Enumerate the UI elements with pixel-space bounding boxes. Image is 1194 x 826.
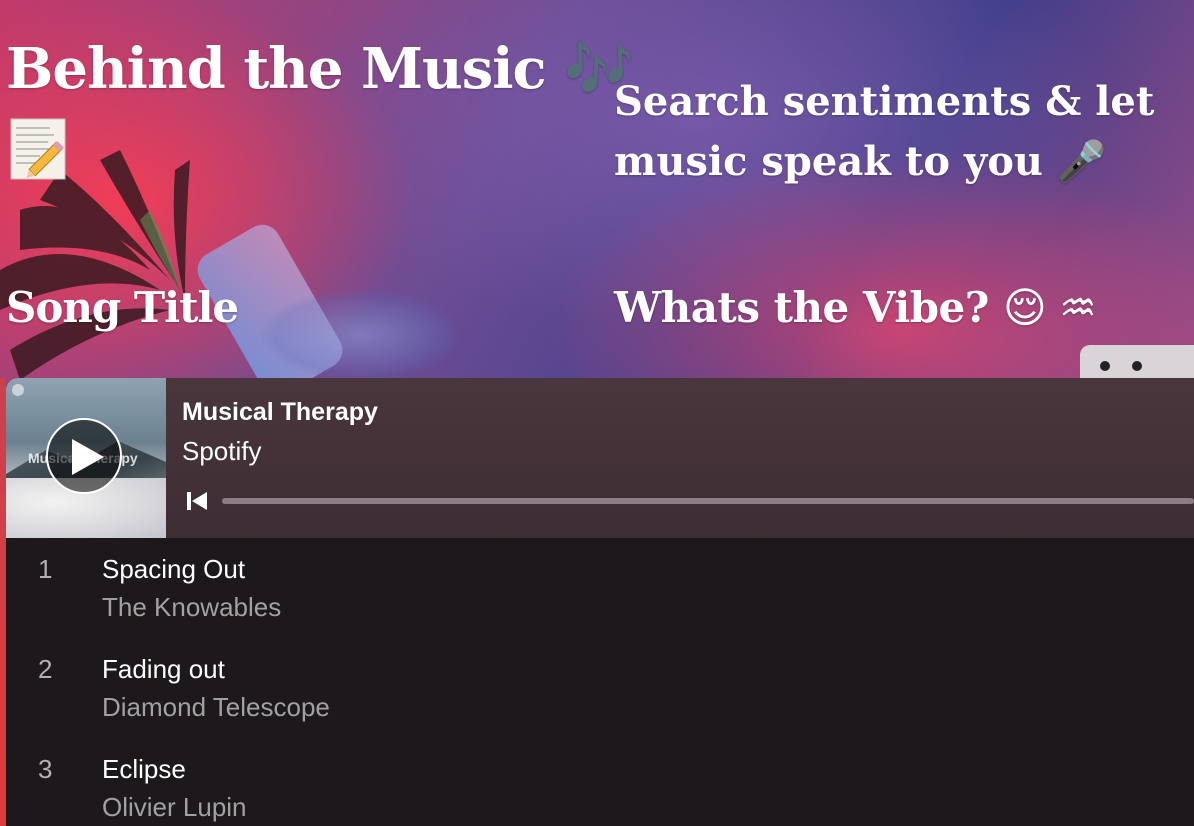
track-row[interactable]: 1 Spacing Out The Knowables xyxy=(6,538,1194,638)
play-button[interactable] xyxy=(46,418,122,494)
microphone-icon: 🎤 xyxy=(1056,139,1107,185)
track-name: Spacing Out xyxy=(102,554,246,584)
player-header: Musical Therapy Musical Therapy Spotify xyxy=(6,378,1194,538)
vibe-label: Whats the Vibe? 😌 ♒ xyxy=(614,283,1097,332)
playlist-cover: Musical Therapy xyxy=(6,378,166,538)
track-name: Eclipse xyxy=(102,754,186,784)
spotify-logo-icon xyxy=(12,384,24,396)
page-title: Behind the Music 🎶 xyxy=(6,36,634,102)
playlist-source[interactable]: Spotify xyxy=(182,436,262,467)
track-artist: Olivier Lupin xyxy=(102,792,247,822)
track-number: 2 xyxy=(38,654,53,684)
saucer-decoration xyxy=(260,290,460,380)
track-row[interactable]: 3 Eclipse Olivier Lupin xyxy=(6,738,1194,826)
song-title-label: Song Title xyxy=(6,283,239,332)
skip-previous-icon[interactable] xyxy=(186,490,208,512)
track-artist: The Knowables xyxy=(102,592,282,622)
track-list: 1 Spacing Out The Knowables 2 Fading out… xyxy=(6,538,1194,826)
track-name: Fading out xyxy=(102,654,225,684)
track-number: 1 xyxy=(38,554,53,584)
playlist-title[interactable]: Musical Therapy xyxy=(182,398,378,427)
play-icon xyxy=(72,439,104,475)
search-prompt: Search sentiments & let music speak to y… xyxy=(614,78,1155,185)
memo-icon xyxy=(10,118,66,180)
progress-bar[interactable] xyxy=(222,498,1194,504)
spotify-embed-player[interactable]: Musical Therapy Musical Therapy Spotify … xyxy=(6,378,1194,826)
vibe-emoji-icons: 😌 ♒ xyxy=(1003,283,1097,332)
track-artist: Diamond Telescope xyxy=(102,692,330,722)
track-row[interactable]: 2 Fading out Diamond Telescope xyxy=(6,638,1194,738)
track-number: 3 xyxy=(38,754,53,784)
